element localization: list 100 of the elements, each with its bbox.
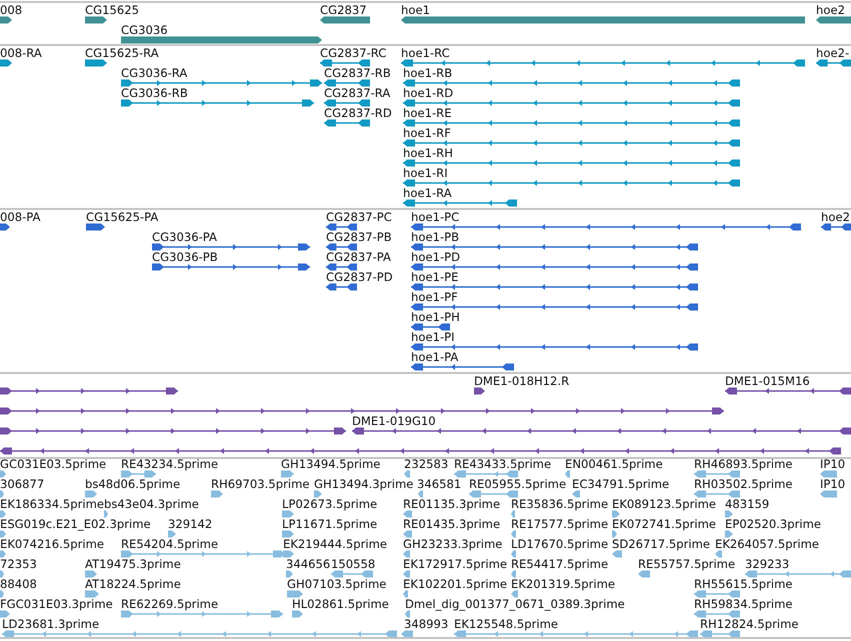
feature-label: RH55615.5prime [694,577,792,591]
feature-label: hoe2 [821,210,850,224]
feature-label: DME1-018H12.R [474,374,570,388]
feature-label: RE05955.5prime [469,477,566,491]
feature-label: hoe1-RH [403,146,453,160]
feature-label: Dmel_dig_001377_0671_0389.3prime [405,597,625,611]
feature-label: CG3036-PA [152,230,217,244]
feature-label: hoe1-PB [411,230,460,244]
feature-label: RH69703.5prime [211,477,310,491]
feature-label: GH13494.3prime [314,477,414,491]
feature-label: RE54204.5prime [121,537,218,551]
feature-label: 72353 [0,557,37,571]
feature-label: 329233 [745,557,790,571]
feature-label: RE54417.5prime [511,557,608,571]
feature-label: hoe1 [401,3,430,17]
feature-label: CG2837-PC [326,210,392,224]
feature-label: EK074216.5prime [0,537,104,551]
feature-label: CG2837-PA [326,250,391,264]
feature-label: EK089123.5prime [612,497,716,511]
feature-label: hoe1-PI [411,330,455,344]
feature-label: CG3036-RB [121,86,188,100]
feature-label: hoe1-PD [411,250,460,264]
feature-label: GH13494.5prime [281,459,380,471]
feature-label: FGC031E03.3prime [0,597,113,611]
feature-label: hoe1-RI [403,166,448,180]
feature-label: RH59834.5prime [694,597,792,611]
feature-label: DME1-015M16 [725,374,810,388]
feature-label: IP10 [820,459,846,471]
feature-label: 008-PA [0,210,40,224]
feature-label: GH23233.3prime [403,537,502,551]
feature-label: CG2837-RA [324,86,390,100]
feature-label: 008-RA [0,46,42,60]
feature-label: bs43e04.3prime [104,497,199,511]
feature-label: AT19475.3prime [85,557,181,571]
feature-label: RE17577.5prime [511,517,608,531]
feature-label: CG2837-RC [320,46,386,60]
feature-label: EK125548.5prime [454,617,558,631]
feature-label: 344656 [286,557,330,571]
feature-label: RE35836.5prime [511,497,608,511]
feature-label: CG15625-RA [85,46,159,60]
feature-label: CG2837-RB [324,66,391,80]
feature-label: CG15625 [85,3,139,17]
feature-label: CG2837 [320,3,367,17]
feature-label: EK186334.5prime [0,497,104,511]
feature-label: LD17670.5prime [511,537,608,551]
feature-label: RE62269.5prime [121,597,218,611]
feature-label: 150558 [331,557,376,571]
feature-label: 348993 [404,617,448,631]
feature-label: 483159 [725,497,770,511]
feature-label: 306877 [0,477,44,491]
feature-label: 88408 [0,577,37,591]
feature-label: hoe1-PH [411,310,460,324]
feature-label: RE01135.3prime [403,497,500,511]
feature-label: EC34791.5prime [572,477,670,491]
feature-label: 008 [0,3,22,17]
feature-label: RE43433.5prime [454,459,552,471]
feature-label: hoe1-RB [403,66,452,80]
feature-label: LP11671.5prime [282,517,378,531]
feature-label: EK219444.5prime [283,537,388,551]
feature-label: CG15625-PA [86,210,158,224]
feature-label: CG2837-PD [326,270,393,284]
feature-label: EK172917.5prime [403,557,508,571]
feature-label: SD26717.5prime [612,537,710,551]
feature-label: IP10 [820,477,846,491]
feature-label: hoe1-RA [403,186,452,200]
feature-label: hoe1-RD [403,86,454,100]
feature-label: hoe1-RC [401,46,450,60]
feature-label: CG3036-RA [121,66,188,80]
feature-label: hoe1-PC [411,210,460,224]
feature-label: hoe1-PF [411,290,458,304]
feature-label: hoe1-PA [411,350,458,364]
feature-label: HL02861.5prime [292,597,389,611]
feature-label: hoe2 [816,3,845,17]
feature-label: RE55757.5prime [638,557,736,571]
feature-label: 346581 [417,477,462,491]
feature-label: 232583 [404,459,448,471]
feature-label: EK102201.5prime [403,577,508,591]
feature-label: LD23681.3prime [2,617,100,631]
feature-label: RE43234.5prime [121,459,218,471]
feature-label: CG3036-PB [152,250,218,264]
feature-label: GH07103.5prime [287,577,386,591]
feature-label: EK072741.5prime [612,517,716,531]
feature-label: GC031E03.5prime [0,459,106,471]
feature-label: hoe2- [816,46,850,60]
feature-label: RH12824.5prime [700,617,798,631]
feature-label: CG2837-RD [324,106,392,120]
feature-label: RH03502.5prime [694,477,792,491]
feature-label: hoe1-RE [403,106,452,120]
feature-label: hoe1-RF [403,126,451,140]
feature-label: EK264057.5prime [715,537,820,551]
feature-label: hoe1-PE [411,270,458,284]
feature-label: LP02673.5prime [282,497,378,511]
feature-label: EP02520.3prime [725,517,822,531]
feature-label: RH46893.5prime [694,459,792,471]
feature-label: CG3036 [121,23,168,37]
feature-label: 329142 [168,517,212,531]
feature-label: DME1-019G10 [352,414,436,428]
feature-label: CG2837-PB [326,230,392,244]
feature-label: AT18224.5prime [85,577,181,591]
feature-label: ESG019c.E21_E02.3prime [0,517,151,531]
